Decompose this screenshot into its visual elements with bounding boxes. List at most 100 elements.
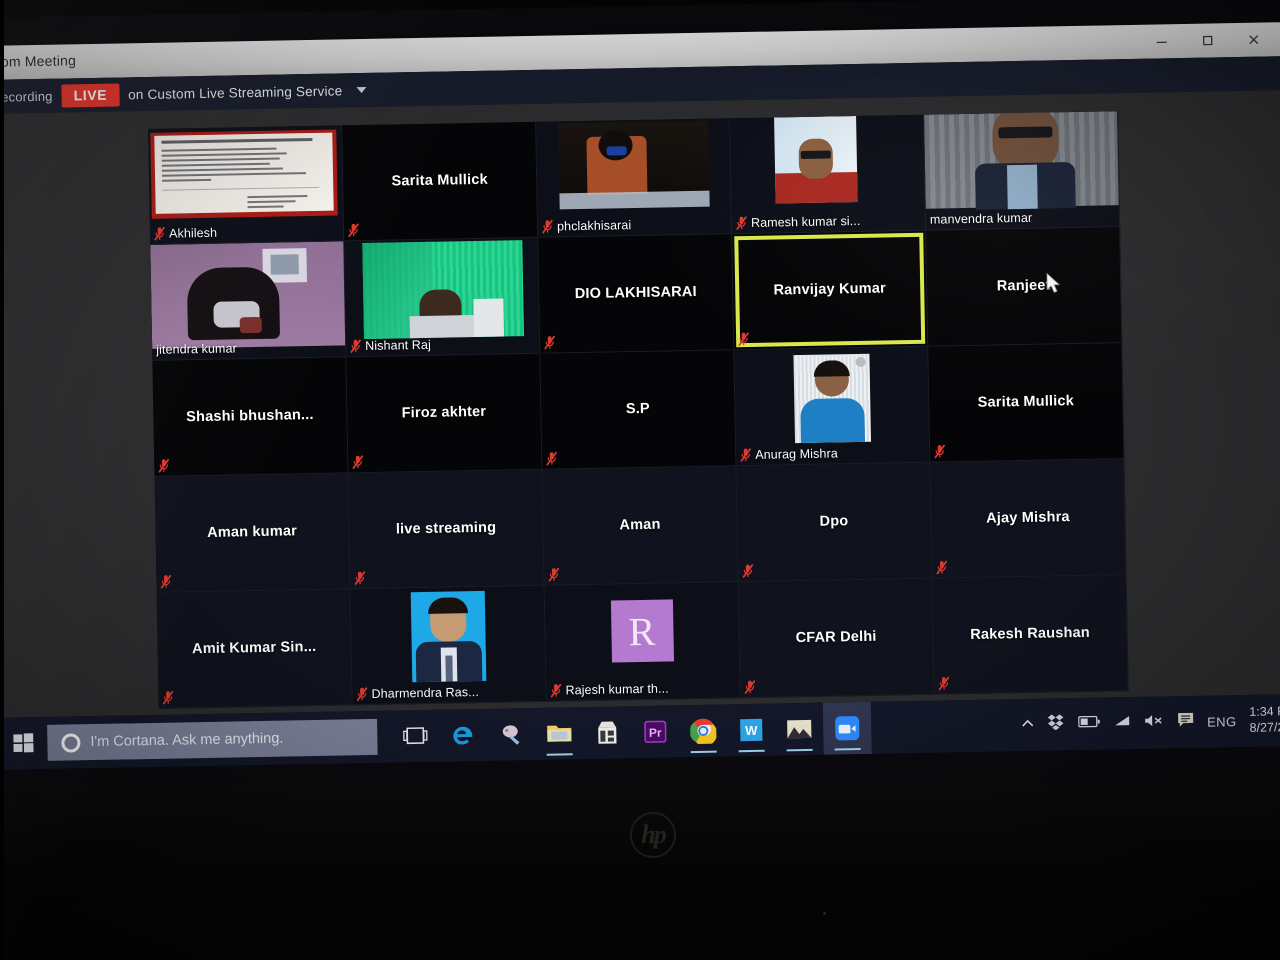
close-icon[interactable]: [1230, 24, 1277, 55]
participant-name: Dharmendra Ras...: [371, 684, 479, 701]
live-badge: LIVE: [61, 82, 120, 108]
participant-tile[interactable]: Anurag Mishra: [734, 346, 931, 467]
svg-text:Pr: Pr: [649, 726, 662, 740]
participant-video: [150, 241, 347, 349]
maximize-icon[interactable]: [1184, 25, 1231, 56]
participant-name: live streaming: [395, 519, 497, 538]
participant-name: Amit Kumar Sin...: [191, 638, 317, 657]
participant-name-chip: Akhilesh: [154, 226, 217, 241]
file-explorer-icon[interactable]: [535, 707, 584, 760]
premiere-pro-icon[interactable]: Pr: [631, 705, 680, 758]
muted-mic-icon: [740, 448, 752, 463]
participant-tile[interactable]: manvendra kumar: [924, 111, 1121, 231]
muted-mic-icon: [356, 687, 368, 702]
participant-tile[interactable]: Ajay Mishra: [930, 459, 1127, 579]
battery-icon[interactable]: [1077, 715, 1100, 733]
minimize-icon[interactable]: [1138, 26, 1185, 57]
muted-mic-icon: [350, 339, 362, 354]
participant-tile[interactable]: Aman: [542, 466, 739, 586]
participant-video: [924, 111, 1120, 210]
participant-name: Sarita Mullick: [391, 171, 488, 190]
participant-tile[interactable]: Sarita Mullick: [342, 121, 539, 242]
muted-mic-icon: [542, 219, 553, 234]
volume-muted-icon[interactable]: [1144, 713, 1164, 732]
language-indicator[interactable]: ENG: [1207, 714, 1237, 730]
muted-mic-icon: [742, 564, 754, 579]
participant-tile[interactable]: Dpo: [736, 462, 933, 583]
clock-time: 1:34 P: [1249, 704, 1280, 720]
participant-name: S.P: [625, 400, 651, 417]
paint3d-icon[interactable]: [487, 708, 536, 761]
clock[interactable]: 1:34 P 8/27/20: [1249, 704, 1280, 736]
streaming-service-label: on Custom Live Streaming Service: [127, 82, 343, 102]
participant-tile[interactable]: Firoz akhter: [346, 353, 543, 474]
participant-name: jitendra kumar: [156, 341, 237, 357]
show-hidden-icons-icon[interactable]: [1021, 716, 1034, 734]
document-page: [154, 132, 334, 214]
word-app-icon[interactable]: W: [727, 704, 776, 757]
participant-video: [774, 115, 858, 204]
participant-tile[interactable]: DIO LAKHISARAI: [538, 234, 735, 354]
chevron-down-icon[interactable]: [356, 86, 367, 94]
participant-tile[interactable]: Nishant Raj: [344, 237, 541, 358]
participant-tile[interactable]: Ramesh kumar si...: [730, 114, 927, 235]
cortana-search-box[interactable]: I'm Cortana. Ask me anything.: [47, 718, 378, 761]
participant-name: Ranvijay Kumar: [773, 280, 887, 299]
edge-icon[interactable]: [439, 709, 488, 762]
participant-name: Nishant Raj: [365, 337, 432, 354]
muted-mic-icon: [938, 676, 950, 691]
mute-indicator: [936, 560, 948, 575]
participant-name-chip: jitendra kumar: [156, 341, 237, 356]
participant-name-chip: phclakhisarai: [542, 218, 631, 234]
mute-indicator: [744, 680, 756, 695]
shared-screen-document: [150, 129, 338, 219]
participant-profile-photo: [792, 353, 871, 444]
participant-tile[interactable]: Rakesh Raushan: [932, 575, 1129, 695]
participant-tile[interactable]: CFAR Delhi: [738, 578, 935, 699]
hp-logo: hp: [630, 812, 676, 858]
chrome-icon[interactable]: [679, 704, 728, 757]
participant-name-chip: Nishant Raj: [350, 337, 432, 354]
participant-tile[interactable]: Ranjeet: [926, 227, 1123, 347]
participant-tile[interactable]: R Rajesh kumar th...: [544, 582, 741, 702]
participant-tile[interactable]: Akhilesh: [148, 125, 345, 245]
dropbox-icon[interactable]: [1047, 713, 1065, 736]
photos-icon[interactable]: [775, 703, 824, 756]
mute-indicator: [354, 571, 366, 586]
mute-indicator: [742, 564, 754, 579]
dust-speck: [823, 912, 826, 915]
participant-tile[interactable]: Amit Kumar Sin...: [156, 589, 353, 709]
participant-tile[interactable]: jitendra kumar: [150, 241, 347, 361]
app-running-underline: [738, 749, 765, 753]
meeting-stage: Akhilesh Sarita Mullick phclakhisarai Rames…: [0, 90, 1280, 718]
muted-mic-icon: [550, 683, 562, 698]
muted-mic-icon: [160, 574, 172, 589]
participant-tile[interactable]: Aman kumar: [154, 473, 351, 593]
microsoft-store-icon[interactable]: [583, 706, 632, 759]
participant-tile[interactable]: Ranvijay Kumar: [732, 230, 929, 351]
wifi-icon[interactable]: [1113, 714, 1131, 733]
participant-tile[interactable]: Shashi bhushan...: [152, 357, 349, 477]
system-tray: ENG 1:34 P 8/27/20: [1021, 704, 1280, 740]
start-button[interactable]: [0, 717, 48, 770]
participant-tile[interactable]: Sarita Mullick: [928, 343, 1125, 463]
participant-name: Anurag Mishra: [755, 446, 838, 462]
zoom-app-icon[interactable]: [822, 701, 872, 755]
participant-name: Dpo: [819, 512, 849, 530]
muted-mic-icon: [546, 451, 558, 466]
participant-name: Sarita Mullick: [977, 392, 1075, 411]
participant-tile[interactable]: live streaming: [348, 469, 545, 590]
app-running-underline: [786, 748, 813, 752]
participant-name: Aman: [619, 516, 661, 533]
muted-mic-icon: [544, 335, 556, 350]
action-center-icon[interactable]: [1177, 711, 1194, 732]
participant-name: DIO LAKHISARAI: [574, 283, 697, 302]
app-running-underline: [690, 750, 717, 754]
participant-tile[interactable]: Dharmendra Ras...: [350, 585, 547, 706]
participant-tile[interactable]: phclakhisarai: [536, 118, 733, 238]
app-running-underline: [834, 748, 861, 751]
participant-tile[interactable]: S.P: [540, 350, 737, 470]
taskview-icon[interactable]: [391, 710, 440, 763]
mute-indicator: [162, 690, 174, 705]
mute-indicator: [158, 458, 170, 473]
